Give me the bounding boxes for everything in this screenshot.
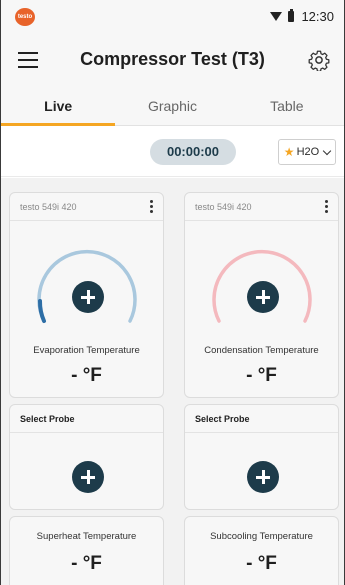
subcooling-card: Subcooling Temperature - °F xyxy=(184,516,339,585)
status-indicators: 12:30 xyxy=(270,9,334,24)
condensation-value: - °F xyxy=(246,365,277,386)
more-options-icon[interactable] xyxy=(150,200,154,215)
tab-graphic[interactable]: Graphic xyxy=(115,88,229,125)
tab-table[interactable]: Table xyxy=(230,88,344,125)
gear-icon[interactable] xyxy=(308,49,330,71)
star-icon: ★ xyxy=(283,145,295,159)
testo-logo: testo xyxy=(15,8,35,26)
select-probe-card[interactable]: Select Probe xyxy=(9,404,164,510)
condensation-label: Condensation Temperature xyxy=(204,345,319,356)
subcooling-label: Subcooling Temperature xyxy=(210,531,313,542)
timer-row: 00:00:00 ★ H2O xyxy=(1,127,344,177)
select-probe-header: Select Probe xyxy=(10,405,163,433)
page-title: Compressor Test (T3) xyxy=(80,49,265,69)
superheat-label: Superheat Temperature xyxy=(36,531,137,542)
battery-icon xyxy=(288,9,295,22)
add-probe-button[interactable] xyxy=(247,461,279,493)
evaporation-label: Evaporation Temperature xyxy=(33,345,140,356)
evaporation-gauge xyxy=(36,249,137,323)
elapsed-timer: 00:00:00 xyxy=(150,139,236,165)
view-tabs: Live Graphic Table xyxy=(1,88,344,126)
add-probe-button[interactable] xyxy=(72,461,104,493)
probe-header: testo 549i 420 xyxy=(10,193,163,221)
add-probe-button[interactable] xyxy=(247,281,279,313)
more-options-icon[interactable] xyxy=(325,200,329,215)
superheat-value: - °F xyxy=(71,553,102,574)
app-frame: testo 12:30 Compressor Test (T3) Live Gr… xyxy=(0,0,345,585)
chevron-down-icon xyxy=(322,146,332,155)
evaporation-card: testo 549i 420 Evaporation Temperature -… xyxy=(9,192,164,398)
superheat-card: Superheat Temperature - °F xyxy=(9,516,164,585)
condensation-card: testo 549i 420 Condensation Temperature … xyxy=(184,192,339,398)
select-probe-card[interactable]: Select Probe xyxy=(184,404,339,510)
wifi-icon xyxy=(270,12,283,21)
tab-live[interactable]: Live xyxy=(1,88,116,126)
condensation-gauge xyxy=(211,249,312,323)
clock: 12:30 xyxy=(301,9,334,24)
measurement-grid: testo 549i 420 Evaporation Temperature -… xyxy=(1,178,344,585)
add-probe-button[interactable] xyxy=(72,281,104,313)
medium-dropdown[interactable]: ★ H2O xyxy=(278,139,336,165)
subcooling-value: - °F xyxy=(246,553,277,574)
medium-label: H2O xyxy=(296,146,320,158)
evaporation-value: - °F xyxy=(71,365,102,386)
app-bar: Compressor Test (T3) xyxy=(1,34,344,88)
select-probe-header: Select Probe xyxy=(185,405,338,433)
status-bar: testo 12:30 xyxy=(1,0,344,34)
probe-header: testo 549i 420 xyxy=(185,193,338,221)
